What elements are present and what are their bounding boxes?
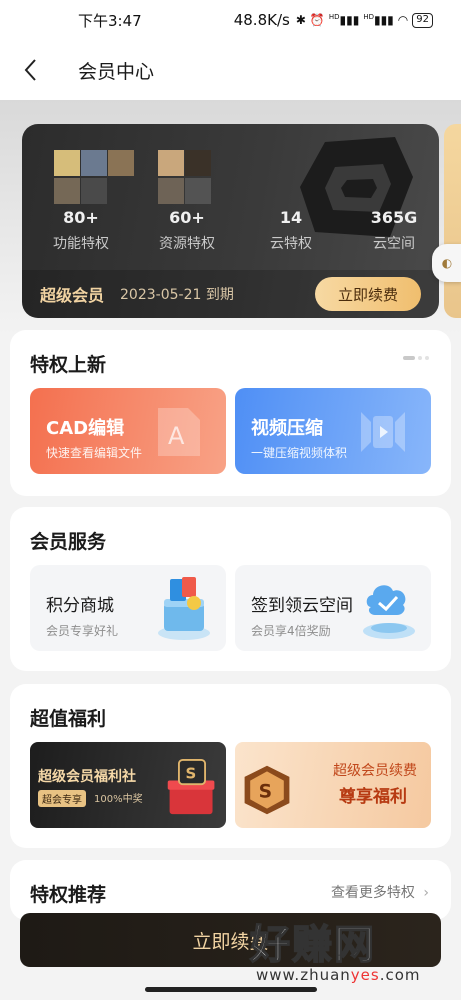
page-title: 会员中心 (78, 60, 155, 83)
status-time: 下午3:47 (78, 11, 142, 30)
more-privileges-link[interactable]: 查看更多特权 › (331, 882, 429, 902)
section-title: 超值福利 (30, 708, 107, 730)
wifi-icon: ◠ (397, 13, 409, 27)
site-watermark: 好赚网 www.zhuanyes.com (249, 912, 450, 990)
status-icons: ✱ ⏰ HD▮▮▮ HD▮▮▮ ◠ 92 (295, 12, 433, 28)
points-mall-card[interactable]: 积分商城 会员专享好礼 (30, 565, 226, 651)
nav-bar: 会员中心 (0, 40, 461, 100)
vip-card: 80+ 功能特权 60+ 资源特权 14 云特权 365G 云空间 超级会员 2… (22, 124, 439, 318)
renew-button[interactable]: 立即续费 (315, 277, 421, 311)
points-mall-icon (158, 577, 210, 640)
stat-function[interactable]: 80+ 功能特权 (36, 208, 126, 253)
alarm-icon: ⏰ (309, 13, 325, 27)
carousel-indicator (403, 356, 429, 360)
stat-space[interactable]: 365G 云空间 (349, 208, 439, 253)
svg-text:A: A (168, 422, 185, 450)
next-card-peek[interactable] (444, 124, 461, 318)
home-indicator[interactable] (145, 987, 317, 992)
bluetooth-icon: ✱ (295, 13, 306, 27)
vip-footer: 超级会员 2023-05-21 到期 立即续费 (22, 270, 439, 318)
video-compress-card[interactable]: 视频压缩 一键压缩视频体积 (235, 388, 431, 474)
side-float-icon[interactable]: ◐ (432, 244, 461, 282)
back-button[interactable] (0, 40, 60, 100)
blurred-name (158, 150, 240, 208)
watermark-text: 好赚网 (249, 921, 376, 969)
video-compress-icon (361, 412, 405, 452)
svg-text:S: S (185, 765, 196, 783)
cloud-checkin-card[interactable]: 签到领云空间 会员享4倍奖励 (235, 565, 431, 651)
section-title: 会员服务 (30, 531, 107, 553)
svip-welfare-club-card[interactable]: 超级会员福利社 超会专享 100%中奖 S (30, 742, 226, 828)
status-bar: 下午3:47 48.8K/s ✱ ⏰ HD▮▮▮ HD▮▮▮ ◠ 92 (0, 0, 461, 40)
battery-icon: 92 (412, 12, 433, 28)
signal-hd-icon-2: HD▮▮▮ (363, 13, 394, 27)
signal-hd-icon: HD▮▮▮ (328, 13, 360, 27)
recommend-section: 特权推荐 查看更多特权 › (10, 860, 451, 920)
stat-resource[interactable]: 60+ 资源特权 (142, 208, 232, 253)
vip-level: 超级会员 (40, 286, 105, 305)
cad-edit-card[interactable]: CAD编辑 快速查看编辑文件 A (30, 388, 226, 474)
watermark-url: www.zhuanyes.com (256, 966, 421, 984)
cloud-checkin-icon (363, 585, 415, 639)
new-privileges-section: 特权上新 CAD编辑 快速查看编辑文件 A 视频压缩 一键压缩视频体积 (10, 330, 451, 496)
section-title: 特权上新 (30, 354, 107, 376)
stat-cloud[interactable]: 14 云特权 (246, 208, 336, 253)
section-title: 特权推荐 (30, 884, 107, 906)
blurred-avatar (54, 150, 136, 208)
welfare-section: 超值福利 超级会员福利社 超会专享 100%中奖 S S 超级会员续费 尊享福利 (10, 684, 451, 848)
status-right: 48.8K/s ✱ ⏰ HD▮▮▮ HD▮▮▮ ◠ 92 (234, 11, 433, 29)
gift-box-icon: S (167, 759, 215, 815)
chevron-left-icon (24, 59, 36, 81)
cad-file-icon: A (158, 408, 200, 456)
chevron-right-icon: › (423, 885, 429, 901)
svip-renewal-welfare-card[interactable]: S 超级会员续费 尊享福利 (235, 742, 431, 828)
svg-text:S: S (259, 781, 272, 802)
member-services-section: 会员服务 积分商城 会员专享好礼 签到领云空间 会员享4倍奖励 (10, 507, 451, 671)
svip-badge-icon: S (244, 765, 290, 815)
vip-expire-date: 2023-05-21 到期 (120, 287, 234, 303)
net-speed: 48.8K/s (233, 11, 290, 29)
